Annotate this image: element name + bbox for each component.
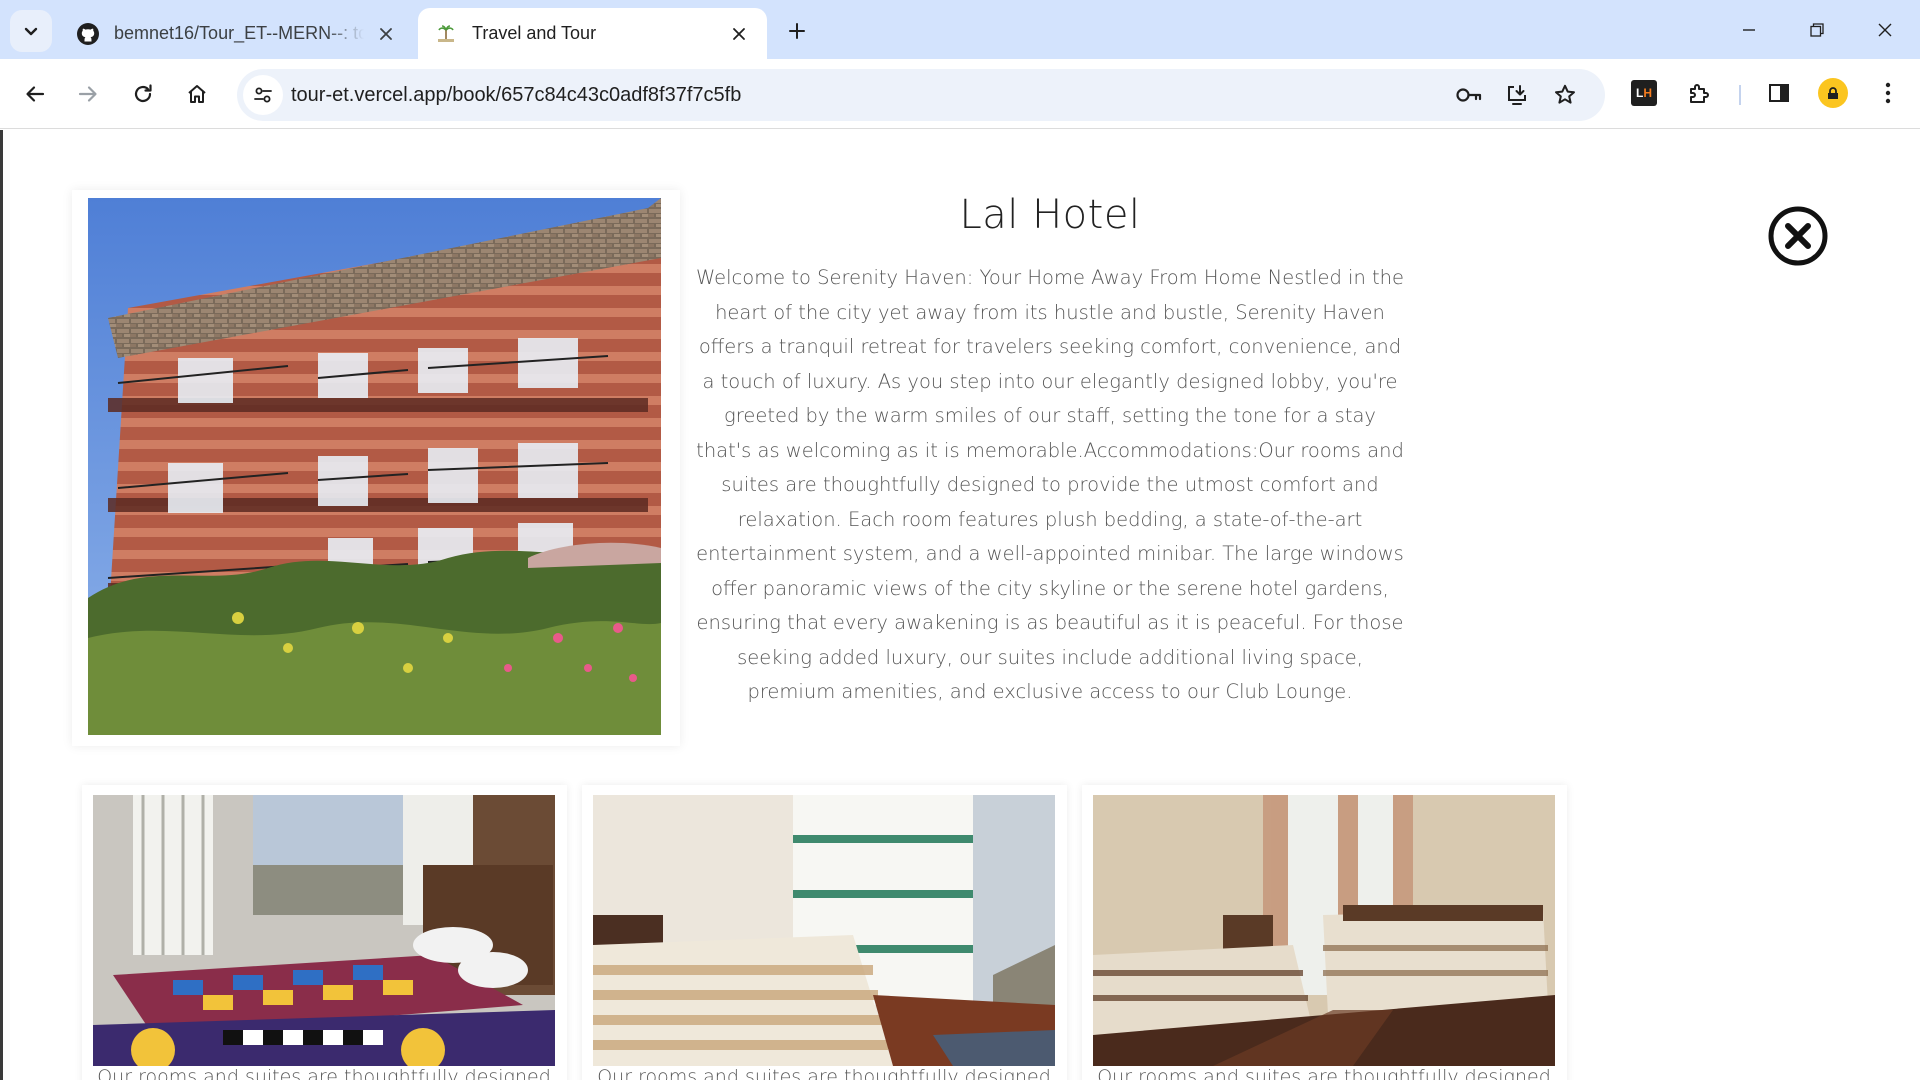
extensions-puzzle-icon[interactable] (1679, 73, 1719, 113)
restore-button[interactable] (1794, 8, 1840, 52)
tab-search-button[interactable] (10, 10, 52, 52)
room-photo (1093, 795, 1555, 1066)
close-window-button[interactable] (1862, 8, 1908, 52)
arrow-right-icon (78, 86, 97, 102)
kebab-menu-icon (1885, 82, 1891, 104)
minimize-icon (1743, 29, 1755, 31)
profile-avatar[interactable] (1813, 73, 1853, 113)
room-caption: Our rooms and suites are thoughtfully de… (597, 1066, 1051, 1080)
home-button[interactable] (175, 72, 219, 116)
arrow-left-icon (26, 86, 45, 102)
address-bar[interactable]: tour-et.vercel.app/book/657c84c43c0adf8f… (237, 69, 1605, 121)
lighthouse-extension-icon[interactable]: LH (1624, 73, 1664, 113)
home-icon (188, 85, 206, 103)
hotel-main-photo (88, 198, 661, 735)
room-caption: Our rooms and suites are thoughtfully de… (1097, 1066, 1551, 1080)
close-tab-icon[interactable] (374, 22, 398, 46)
plus-icon (789, 23, 805, 39)
palm-tree-icon (434, 22, 458, 46)
room-caption: Our rooms and suites are thoughtfully de… (97, 1066, 551, 1080)
tune-icon (254, 87, 272, 103)
close-icon (1878, 23, 1892, 37)
url-text[interactable]: tour-et.vercel.app/book/657c84c43c0adf8f… (291, 69, 741, 121)
restore-icon (1810, 23, 1824, 37)
hotel-name: Lal Hotel (959, 192, 1141, 238)
close-circle-icon (1768, 206, 1828, 266)
password-key-icon[interactable] (1451, 77, 1487, 113)
github-icon (76, 22, 100, 46)
close-tab-icon[interactable] (727, 22, 751, 46)
side-panel-icon[interactable] (1759, 73, 1799, 113)
room-photo (593, 795, 1055, 1066)
page-viewport: Lal Hotel Welcome to Serenity Haven: You… (0, 130, 1920, 1080)
tab-github[interactable]: bemnet16/Tour_ET--MERN--: to (60, 8, 414, 59)
room-photo (93, 795, 555, 1066)
back-button[interactable] (13, 72, 57, 116)
browser-toolbar: tour-et.vercel.app/book/657c84c43c0adf8f… (0, 59, 1920, 129)
new-tab-button[interactable] (780, 14, 814, 48)
close-details-button[interactable] (1766, 204, 1830, 268)
toolbar-separator (1739, 85, 1741, 105)
tab-travel-and-tour[interactable]: Travel and Tour (418, 8, 767, 59)
reload-icon (134, 84, 152, 103)
hotel-description: Welcome to Serenity Haven: Your Home Awa… (695, 266, 1405, 703)
forward-button[interactable] (66, 72, 110, 116)
user-icon (1828, 87, 1838, 99)
tab-title: bemnet16/Tour_ET--MERN--: to (114, 23, 364, 43)
tab-strip: bemnet16/Tour_ET--MERN--: to Travel and … (0, 0, 1920, 59)
bookmark-star-icon[interactable] (1547, 77, 1583, 113)
site-info-button[interactable] (243, 75, 283, 115)
chevron-down-icon (24, 27, 38, 36)
tab-title: Travel and Tour (472, 23, 597, 43)
reload-button[interactable] (121, 72, 165, 116)
minimize-button[interactable] (1726, 8, 1772, 52)
install-app-icon[interactable] (1499, 77, 1535, 113)
browser-menu-button[interactable] (1868, 73, 1908, 113)
